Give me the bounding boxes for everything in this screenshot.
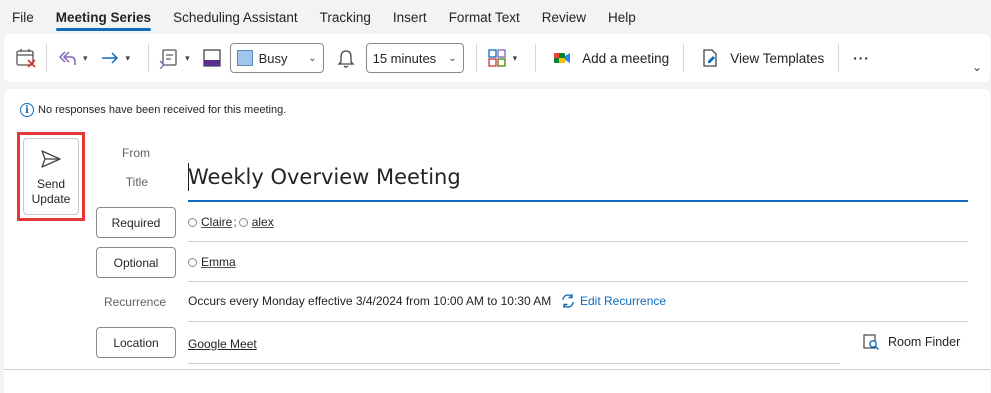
tab-tracking-label: Tracking (319, 9, 371, 25)
tab-meeting-series-label: Meeting Series (55, 9, 152, 25)
categorize-dropdown-icon[interactable]: ▾ (513, 53, 518, 64)
info-bar: i No responses have been received for th… (20, 103, 286, 117)
recurrence-text: Occurs every Monday effective 3/4/2024 f… (188, 294, 552, 308)
location-divider (188, 363, 840, 364)
location-input[interactable]: Google Meet (188, 337, 257, 351)
chevron-down-icon: ⌄ (308, 52, 317, 64)
show-as-value: Busy (258, 50, 288, 66)
optional-divider (188, 281, 968, 282)
more-options-button[interactable]: ··· (847, 41, 876, 75)
presence-icon (188, 257, 197, 267)
bell-icon (334, 46, 358, 70)
more-options-icon: ··· (853, 50, 870, 66)
title-underline (188, 200, 968, 202)
tab-file[interactable]: File (12, 0, 34, 34)
reminder-dropdown[interactable]: 15 minutes ⌄ (365, 43, 464, 73)
room-finder-icon (862, 333, 880, 351)
tab-file-label: File (12, 9, 34, 25)
reply-all-dropdown-icon[interactable]: ▾ (83, 53, 88, 64)
attendee-name: Emma (201, 255, 236, 269)
optional-attendees[interactable]: Emma (188, 255, 236, 269)
form-bottom-divider (4, 369, 990, 370)
google-meet-icon (550, 46, 574, 70)
location-label: Location (113, 335, 159, 350)
tab-insert-label: Insert (392, 9, 427, 25)
busy-status-swatch (236, 50, 253, 66)
reminder-value: 15 minutes (372, 50, 437, 66)
cancel-meeting-icon[interactable] (14, 46, 38, 70)
info-text: No responses have been received for this… (38, 104, 287, 116)
categorize-icon[interactable] (485, 46, 509, 70)
chevron-down-icon[interactable]: ⌄ (972, 60, 982, 74)
send-update-label-line1: Send (36, 177, 66, 191)
send-icon (39, 147, 63, 171)
ribbon-separator (535, 44, 537, 72)
view-templates-label: View Templates (730, 50, 825, 66)
tab-scheduling-assistant[interactable]: Scheduling Assistant (173, 0, 298, 34)
attendee-name: Claire (201, 215, 233, 229)
ribbon-separator (46, 44, 47, 72)
title-input[interactable]: Weekly Overview Meeting (188, 165, 461, 189)
edit-recurrence-label: Edit Recurrence (580, 294, 667, 308)
required-label: Required (111, 215, 161, 230)
send-update-button[interactable]: Send Update (23, 138, 79, 215)
tab-scheduling-assistant-label: Scheduling Assistant (173, 9, 298, 25)
edit-recurrence-link[interactable]: Edit Recurrence (560, 293, 666, 309)
send-update-label-line2: Update (31, 192, 71, 206)
room-finder-label: Room Finder (888, 335, 961, 349)
optional-button[interactable]: Optional (96, 247, 176, 278)
recurrence-label: Recurrence (103, 295, 166, 309)
tab-review-label: Review (541, 9, 586, 25)
recurrence-icon (560, 293, 576, 309)
tab-meeting-series[interactable]: Meeting Series (55, 0, 152, 34)
tab-insert[interactable]: Insert (393, 0, 427, 34)
required-divider (188, 241, 968, 242)
attendee[interactable]: Emma (188, 255, 236, 269)
presence-icon (188, 217, 197, 227)
send-update-highlight: Send Update (17, 132, 85, 221)
attendee-name: alex (251, 215, 274, 229)
info-icon: i (20, 103, 34, 117)
attendee[interactable]: Claire (188, 215, 232, 229)
ribbon-separator (683, 44, 685, 72)
forward-dropdown-icon[interactable]: ▾ (126, 53, 131, 64)
tracking-dropdown-icon[interactable]: ▾ (185, 53, 190, 64)
reply-all-icon[interactable] (55, 46, 79, 70)
chevron-down-icon: ⌄ (448, 52, 457, 64)
tab-help-label: Help (607, 9, 636, 25)
title-label: Title (125, 175, 148, 189)
forward-icon[interactable] (98, 46, 122, 70)
templates-icon (698, 46, 722, 70)
from-label: From (122, 146, 150, 160)
attendee-separator: ; (233, 215, 237, 229)
show-as-color-icon[interactable] (200, 46, 224, 70)
ribbon-separator (148, 44, 150, 72)
attendee[interactable]: alex (238, 215, 274, 229)
ribbon-toolbar: ▾ ▾ ▾ Busy ⌄ 15 minutes ⌄ ▾ Add a meetin… (4, 34, 990, 82)
show-as-dropdown[interactable]: Busy ⌄ (229, 43, 324, 73)
view-templates-button[interactable]: View Templates (692, 41, 830, 75)
tab-help[interactable]: Help (608, 0, 636, 34)
tab-review[interactable]: Review (542, 0, 586, 34)
tab-format-text[interactable]: Format Text (449, 0, 520, 34)
location-button[interactable]: Location (96, 327, 176, 358)
menu-bar: File Meeting Series Scheduling Assistant… (0, 0, 991, 34)
optional-label: Optional (113, 255, 159, 270)
ribbon-separator (475, 44, 477, 72)
ribbon-separator (838, 44, 840, 72)
add-a-meeting-label: Add a meeting (582, 50, 670, 66)
required-button[interactable]: Required (96, 207, 176, 238)
add-a-meeting-button[interactable]: Add a meeting (544, 41, 675, 75)
tab-tracking[interactable]: Tracking (320, 0, 371, 34)
meeting-form-panel: i No responses have been received for th… (4, 89, 990, 393)
room-finder-button[interactable]: Room Finder (862, 333, 960, 351)
required-attendees[interactable]: Claire ; alex (188, 215, 274, 229)
tab-format-text-label: Format Text (448, 9, 520, 25)
tracking-options-icon[interactable] (157, 46, 181, 70)
presence-icon (238, 217, 248, 227)
recurrence-divider (188, 321, 968, 322)
